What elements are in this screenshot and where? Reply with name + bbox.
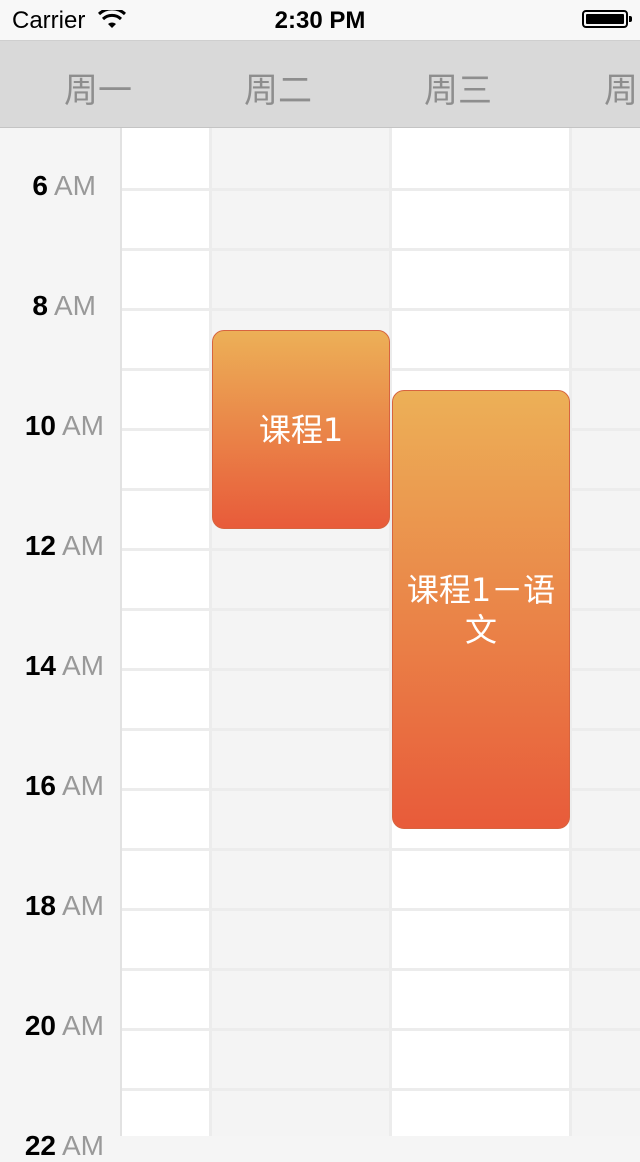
hour-label: 12 AM bbox=[24, 530, 104, 561]
grid-vline bbox=[209, 128, 212, 1136]
grid-hline bbox=[122, 248, 640, 251]
grid-hline bbox=[122, 1028, 640, 1031]
hour-label: 14 AM bbox=[24, 650, 104, 681]
time-column: 6 AM 8 AM 10 AM 12 AM 14 AM 16 AM 18 AM 20 AM 22… bbox=[0, 128, 122, 1161]
hour-label: 16 AM bbox=[24, 770, 104, 801]
day-header-wed[interactable]: 周三 bbox=[424, 63, 492, 112]
battery-icon bbox=[582, 10, 632, 28]
course-title: 课程1－语文 bbox=[406, 570, 556, 649]
status-time: 2:30 PM bbox=[274, 7, 366, 34]
grid-hline bbox=[122, 968, 640, 971]
day-column-thu[interactable] bbox=[572, 128, 640, 1136]
hour-label: 20 AM bbox=[24, 1010, 104, 1041]
grid-hline bbox=[122, 188, 640, 191]
weekday-header: 周一 周二 周三 周 bbox=[0, 40, 640, 129]
hour-label: 8 AM bbox=[32, 290, 96, 321]
hour-label: 22 AM bbox=[24, 1130, 104, 1161]
course-block[interactable]: 课程1 bbox=[212, 330, 390, 529]
grid-hline bbox=[122, 1088, 640, 1091]
hour-label: 18 AM bbox=[24, 890, 104, 921]
status-bar: Carrier 2:30 PM bbox=[0, 0, 640, 40]
day-column-tue[interactable] bbox=[212, 128, 390, 1136]
course-title: 课程1 bbox=[258, 410, 344, 449]
day-header-thu[interactable]: 周 bbox=[604, 63, 638, 112]
grid-hline bbox=[122, 308, 640, 311]
hour-label: 6 AM bbox=[32, 170, 96, 201]
grid-hline bbox=[122, 848, 640, 851]
day-header-tue[interactable]: 周二 bbox=[244, 63, 312, 112]
day-column-partial[interactable] bbox=[122, 128, 210, 1136]
day-header-mon[interactable]: 周一 bbox=[64, 63, 132, 112]
hour-label: 10 AM bbox=[24, 410, 104, 441]
grid-hline bbox=[122, 908, 640, 911]
course-block[interactable]: 课程1－语文 bbox=[392, 390, 570, 829]
